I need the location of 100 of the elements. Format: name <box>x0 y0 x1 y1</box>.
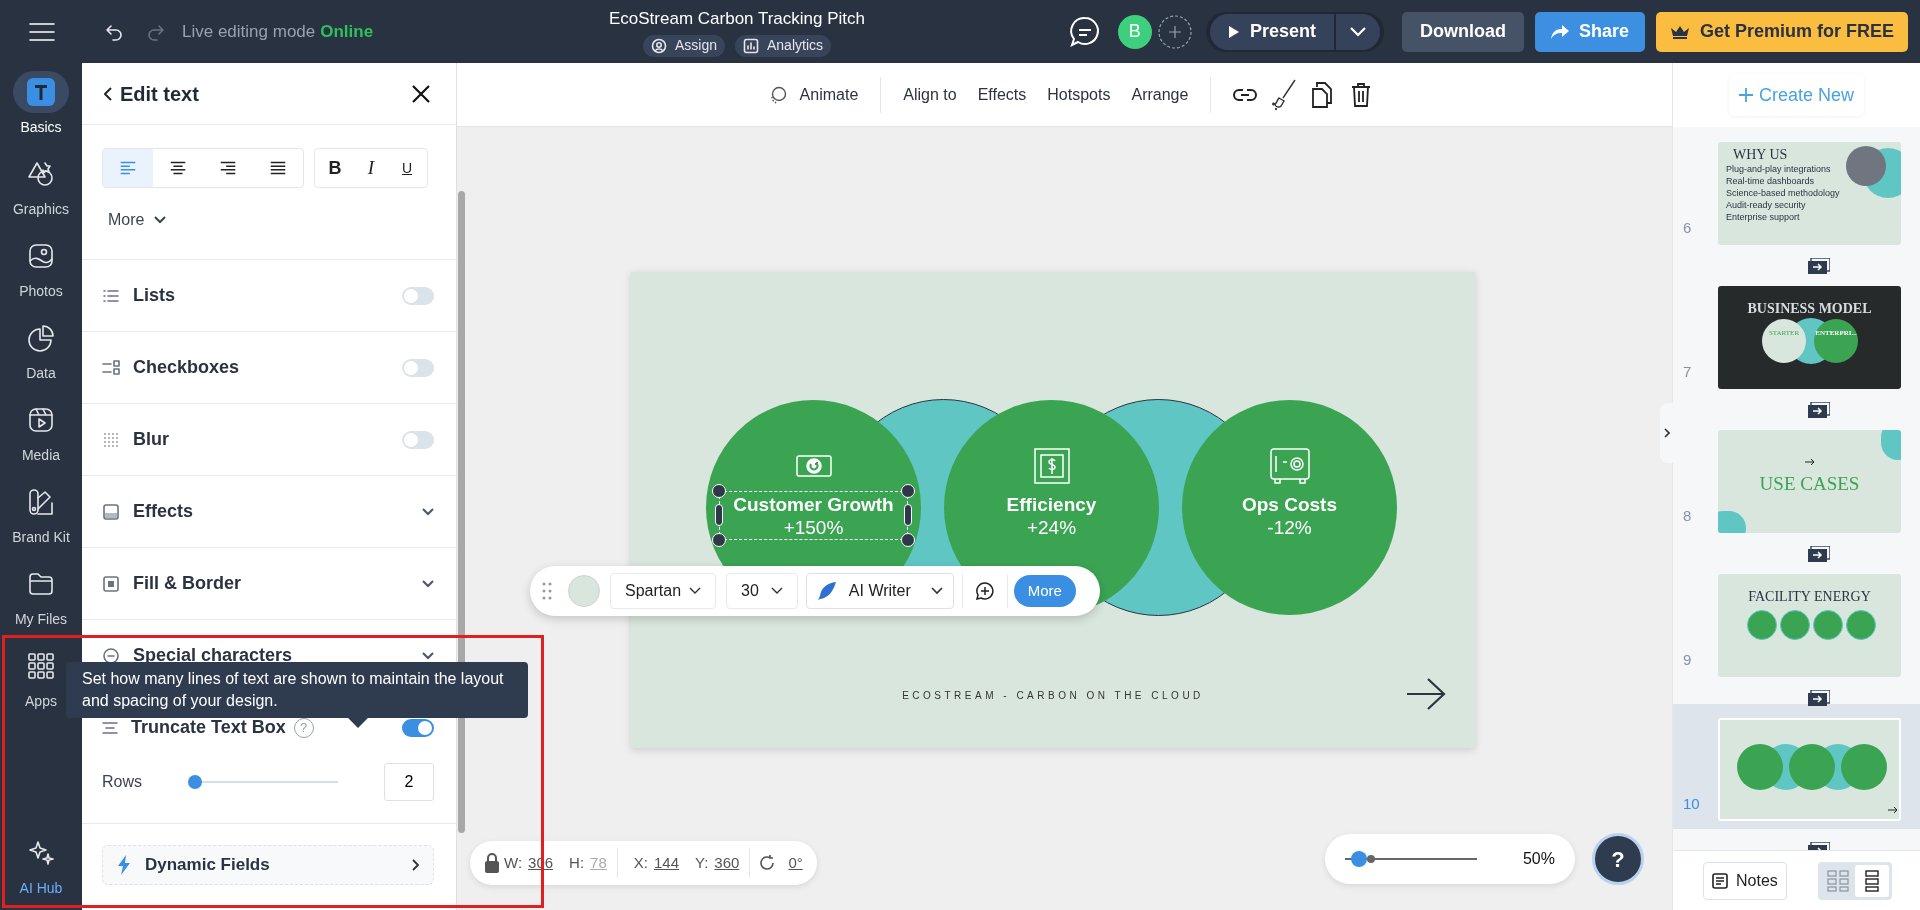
more-button[interactable]: More <box>108 208 167 232</box>
sidebar-item[interactable]: Media <box>0 391 82 473</box>
font-dropdown[interactable]: Spartan <box>610 573 717 609</box>
resize-handle[interactable] <box>901 484 915 498</box>
collapse-tab[interactable] <box>1660 403 1673 463</box>
resize-handle[interactable] <box>712 484 726 498</box>
toolbar-button[interactable]: Align to <box>903 82 957 107</box>
photo-placeholder <box>1846 146 1886 186</box>
feather-icon <box>816 581 837 601</box>
dimension-value[interactable]: 144 <box>653 851 679 875</box>
safe-icon <box>1269 448 1310 484</box>
slide-thumbnail[interactable]: WHY US Plug-and-play integrations Real-time dashboards Science-based methodology Audit-ready security Enterprise support <box>1718 142 1901 245</box>
back-icon[interactable] <box>104 86 112 101</box>
slider-thumb[interactable] <box>1350 851 1367 867</box>
slide-thumbnail[interactable]: FACILITY ENERGY <box>1718 574 1901 677</box>
document-title: EcoStream Carbon Tracking Pitch <box>608 8 866 31</box>
menu-icon[interactable] <box>28 21 56 42</box>
sidebar-item[interactable]: Brand Kit <box>0 473 82 555</box>
dimension-label: X: <box>633 852 648 873</box>
chevron-down-icon <box>154 216 167 224</box>
sidebar-item[interactable]: Photos <box>0 227 82 309</box>
toolbar-button[interactable]: Effects <box>977 82 1027 107</box>
download-button[interactable]: Download <box>1401 11 1524 52</box>
transition-icon[interactable] <box>1808 545 1830 562</box>
resize-handle[interactable] <box>712 533 726 547</box>
checkbox-icon <box>102 358 120 377</box>
header-chip[interactable]: Analytics <box>735 34 832 57</box>
sidebar-item[interactable]: My Files <box>0 555 82 637</box>
font-size-dropdown[interactable]: 30 <box>726 573 798 609</box>
transition-icon[interactable] <box>1808 689 1830 706</box>
shapes-icon <box>27 159 55 188</box>
slide-thumb-text: Science-based methodology <box>1726 188 1840 199</box>
text-style-button[interactable]: B <box>317 149 353 187</box>
chevron-down-icon[interactable] <box>422 651 434 660</box>
view-button[interactable] <box>1854 864 1889 897</box>
present-options-button[interactable] <box>1335 13 1380 50</box>
rows-label: Rows <box>102 772 142 792</box>
copy-icon[interactable] <box>1311 80 1334 109</box>
chevron-right-icon <box>1663 428 1670 438</box>
chevron-down-icon <box>1348 26 1367 37</box>
animate-button[interactable]: Animate <box>799 82 859 107</box>
zoom-level: 50% <box>1522 849 1555 869</box>
sidebar-item[interactable]: Graphics <box>0 145 82 227</box>
rows-input[interactable]: 2 <box>384 763 434 801</box>
resize-handle[interactable] <box>715 504 723 526</box>
slide-thumbnail[interactable] <box>1718 718 1901 821</box>
transition-icon[interactable] <box>1808 401 1830 418</box>
ai-writer-dropdown[interactable]: AI Writer <box>805 573 954 609</box>
color-swatch[interactable] <box>568 575 600 607</box>
add-user-icon[interactable] <box>1157 14 1192 49</box>
transition-icon[interactable] <box>1808 257 1830 274</box>
sparkles-icon <box>27 838 55 867</box>
drag-handle-icon[interactable] <box>542 582 552 600</box>
link-icon[interactable] <box>1233 87 1258 102</box>
list-view-icon <box>1864 869 1879 892</box>
zoom-slider[interactable] <box>1345 851 1477 867</box>
lock-icon[interactable] <box>484 853 500 873</box>
toggle-switch[interactable] <box>402 430 434 449</box>
slide-number: 10 <box>1682 793 1701 814</box>
resize-handle[interactable] <box>904 504 912 526</box>
notes-button[interactable]: Notes <box>1703 861 1787 900</box>
text-style-button[interactable]: I <box>353 149 389 187</box>
help-button[interactable]: ? <box>1592 833 1644 885</box>
slide-thumb-title: WHY US <box>1733 146 1788 164</box>
section-label: Fill & Border <box>133 572 241 595</box>
image-icon <box>27 241 55 270</box>
rows-slider[interactable] <box>188 775 338 789</box>
crown-icon <box>1669 24 1690 39</box>
header-chip[interactable]: Assign <box>642 34 725 57</box>
chevron-down-icon[interactable] <box>422 579 434 588</box>
toggle-switch[interactable] <box>402 718 434 737</box>
slider-thumb[interactable] <box>188 775 202 789</box>
chevron-down-icon[interactable] <box>422 507 434 516</box>
present-button[interactable]: Present <box>1209 13 1334 50</box>
dynamic-fields-button[interactable]: Dynamic Fields <box>102 845 434 885</box>
dimension-label: Y: <box>695 852 709 873</box>
dimension-label: W: <box>504 852 523 873</box>
rotate-icon[interactable] <box>758 854 777 872</box>
close-icon[interactable] <box>412 84 430 103</box>
sidebar-item[interactable]: Apps <box>0 637 82 719</box>
toolbar-button[interactable]: Arrange <box>1131 82 1189 107</box>
slide-thumb-text: Enterprise support <box>1726 212 1801 223</box>
trash-icon[interactable] <box>1351 81 1372 108</box>
resize-handle[interactable] <box>901 533 915 547</box>
dots-grid-icon <box>102 430 120 449</box>
rotation-value[interactable]: 0° <box>788 851 803 875</box>
add-comment-icon[interactable] <box>974 581 995 601</box>
live-editing-label: Live editing mode <box>182 20 316 43</box>
toolbar-button[interactable]: Hotspots <box>1047 82 1111 107</box>
brush-icon[interactable] <box>1269 77 1298 112</box>
text-style-button[interactable]: U <box>389 149 425 187</box>
sidebar-item[interactable]: AI Hub <box>0 824 82 906</box>
sidebar-item[interactable]: Basics <box>0 63 82 145</box>
dimension-value[interactable]: 360 <box>714 851 740 875</box>
lightning-icon <box>117 855 131 875</box>
toggle-switch[interactable] <box>402 358 434 377</box>
premium-button[interactable]: Get Premium for FREE <box>1655 11 1908 52</box>
sidebar-item[interactable]: Data <box>0 309 82 391</box>
toggle-switch[interactable] <box>402 286 434 305</box>
plus-icon <box>1738 88 1753 102</box>
